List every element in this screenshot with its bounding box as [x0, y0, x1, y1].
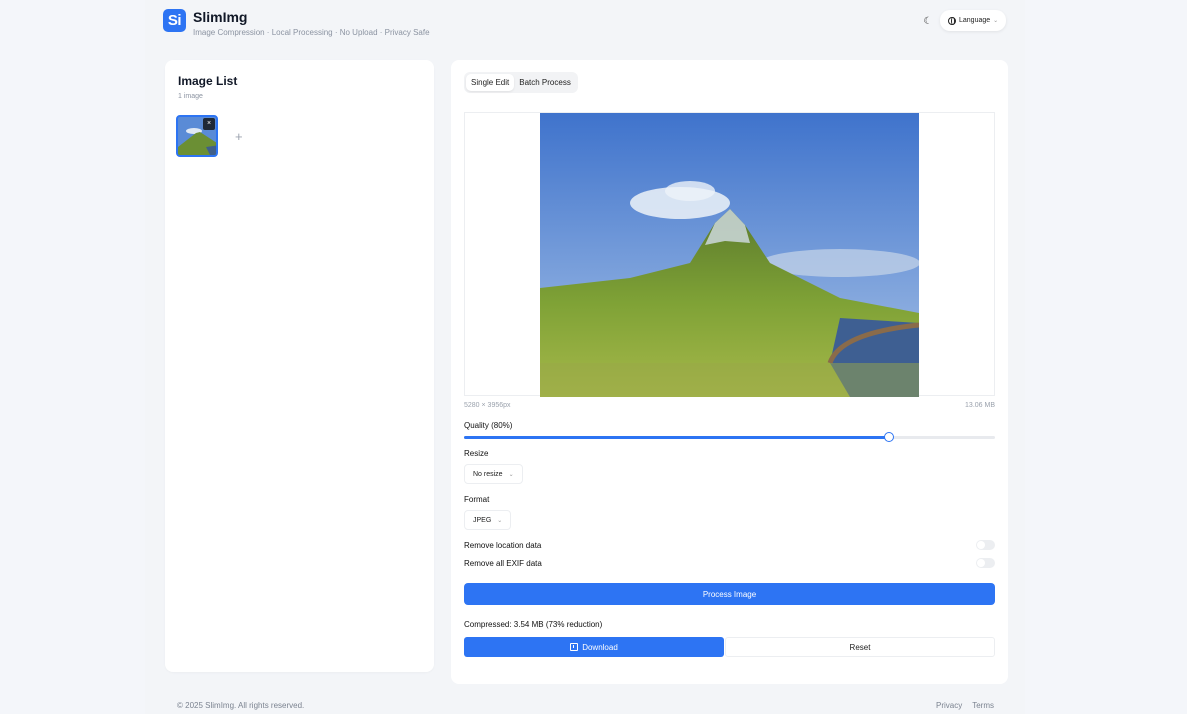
tab-batch-process[interactable]: Batch Process [514, 74, 576, 91]
remove-exif-label: Remove all EXIF data [464, 559, 542, 568]
editor-panel: Single Edit Batch Process 5280 × 3956px … [451, 60, 1008, 684]
chevron-down-icon: ⌄ [508, 471, 514, 478]
app-header: Si SlimImg Image Compression · Local Pro… [163, 9, 430, 37]
privacy-link[interactable]: Privacy [936, 701, 962, 710]
quality-label: Quality (80%) [464, 421, 513, 430]
format-label: Format [464, 495, 490, 504]
quality-slider-handle[interactable] [883, 432, 894, 442]
remove-location-label: Remove location data [464, 541, 542, 550]
image-thumbnail[interactable]: × [176, 115, 218, 157]
image-preview [464, 112, 995, 397]
download-button[interactable]: Download [464, 637, 724, 657]
theme-toggle-button[interactable]: ☾ [918, 11, 938, 31]
footer-links: Privacy Terms [936, 701, 994, 710]
image-list-panel: Image List 1 image × + [165, 60, 434, 672]
quality-slider[interactable] [464, 432, 995, 442]
moon-icon: ☾ [923, 15, 933, 27]
language-label: Language [959, 17, 991, 24]
download-label: Download [582, 642, 618, 652]
remove-image-button[interactable]: × [203, 118, 215, 130]
compression-result: Compressed: 3.54 MB (73% reduction) [464, 620, 603, 629]
chevron-down-icon: ⌄ [497, 517, 503, 524]
mountain-photo [540, 113, 919, 397]
image-list-title: Image List [178, 74, 238, 88]
app-logo[interactable]: Si [163, 9, 186, 32]
globe-icon [948, 16, 956, 25]
remove-exif-toggle[interactable] [976, 558, 995, 568]
format-value: JPEG [473, 516, 492, 524]
chevron-down-icon: ⌄ [993, 18, 999, 24]
format-select[interactable]: JPEG ⌄ [464, 510, 512, 530]
download-icon [570, 643, 579, 651]
resize-value: No resize [473, 470, 503, 478]
tab-single-edit[interactable]: Single Edit [466, 74, 515, 91]
preview-photo [540, 113, 919, 397]
image-dimensions: 5280 × 3956px [464, 402, 511, 409]
footer-copyright: © 2025 SlimImg. All rights reserved. [177, 701, 305, 710]
remove-location-toggle[interactable] [976, 540, 995, 550]
add-image-button[interactable]: + [235, 130, 243, 143]
app-name: SlimImg [193, 9, 248, 25]
app-tagline: Image Compression · Local Processing · N… [193, 28, 430, 37]
resize-label: Resize [464, 449, 489, 458]
quality-slider-fill [464, 436, 889, 439]
language-selector[interactable]: Language ⌄ [940, 10, 1007, 31]
image-count: 1 image [178, 93, 203, 100]
process-image-button[interactable]: Process Image [464, 583, 995, 605]
reset-button[interactable]: Reset [725, 637, 995, 657]
original-file-size: 13.06 MB [965, 402, 995, 409]
terms-link[interactable]: Terms [972, 701, 994, 710]
resize-select[interactable]: No resize ⌄ [464, 464, 523, 484]
mode-tabs: Single Edit Batch Process [464, 72, 578, 93]
brand: SlimImg Image Compression · Local Proces… [193, 9, 430, 37]
